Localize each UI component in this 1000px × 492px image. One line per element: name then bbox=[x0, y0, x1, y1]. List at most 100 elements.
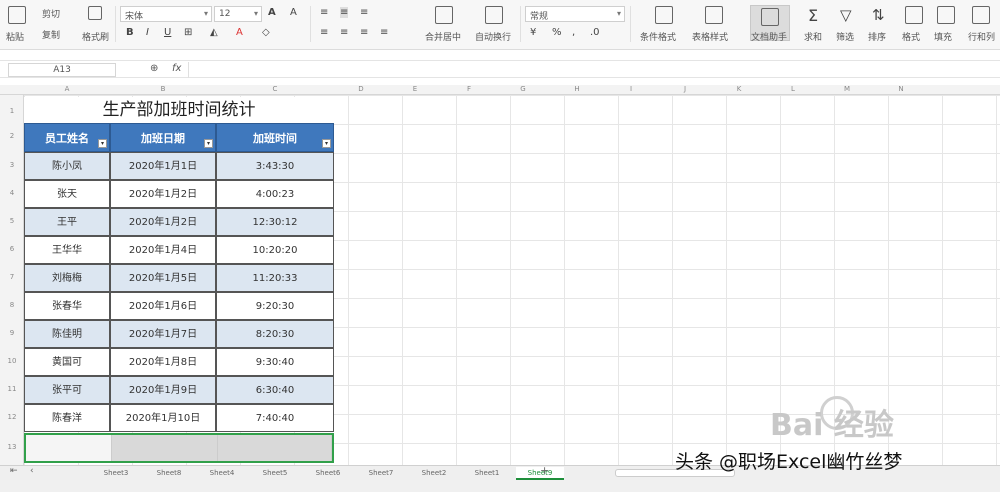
table-cell[interactable]: 2020年1月2日 bbox=[110, 208, 216, 236]
format-icon[interactable] bbox=[905, 6, 923, 24]
paste-icon[interactable] bbox=[8, 6, 26, 24]
table-cell[interactable]: 2020年1月8日 bbox=[110, 348, 216, 376]
format-painter-button[interactable]: 格式刷 bbox=[82, 30, 109, 43]
column-header[interactable]: D bbox=[334, 85, 388, 93]
copy-button[interactable]: 复制 bbox=[42, 28, 60, 41]
font-size-select[interactable]: 12 ▾ bbox=[214, 6, 262, 22]
align-right-icon[interactable]: ≡ bbox=[360, 27, 368, 38]
row-header[interactable]: 13 bbox=[0, 443, 24, 451]
doc-helper-button[interactable]: 文档助手 bbox=[751, 30, 787, 43]
paste-button[interactable]: 粘贴 bbox=[6, 30, 24, 43]
sort-icon[interactable]: ⇅ bbox=[872, 6, 885, 24]
column-header[interactable]: E bbox=[388, 85, 442, 93]
table-cell[interactable]: 2020年1月10日 bbox=[110, 404, 216, 432]
header-overtime-date[interactable]: 加班日期 ▾ bbox=[110, 123, 216, 152]
wrap-text-icon[interactable] bbox=[485, 6, 503, 24]
increase-decimal-icon[interactable]: .0 bbox=[590, 27, 600, 38]
table-cell[interactable]: 9:30:40 bbox=[216, 348, 334, 376]
font-color-icon[interactable]: A bbox=[236, 27, 243, 38]
row-header[interactable]: 9 bbox=[0, 329, 24, 337]
table-cell[interactable] bbox=[218, 435, 332, 461]
sheet-tab[interactable]: Sheet7 bbox=[357, 467, 405, 480]
column-header[interactable]: G bbox=[496, 85, 550, 93]
row-header[interactable]: 5 bbox=[0, 217, 24, 225]
table-cell[interactable]: 2020年1月9日 bbox=[110, 376, 216, 404]
table-cell[interactable]: 2020年1月2日 bbox=[110, 180, 216, 208]
currency-icon[interactable]: ¥ bbox=[530, 27, 536, 38]
column-header[interactable]: F bbox=[442, 85, 496, 93]
zoom-icon[interactable]: ⊕ bbox=[150, 63, 158, 74]
table-cell[interactable]: 黄国可 bbox=[24, 348, 110, 376]
sort-button[interactable]: 排序 bbox=[868, 30, 886, 43]
table-style-button[interactable]: 表格样式 bbox=[692, 30, 728, 43]
table-cell[interactable]: 陈小凤 bbox=[24, 152, 110, 180]
header-overtime-hours[interactable]: 加班时间 ▾ bbox=[216, 123, 334, 152]
filter-dropdown-icon[interactable]: ▾ bbox=[98, 139, 107, 148]
column-header[interactable]: J bbox=[658, 85, 712, 93]
formula-input[interactable] bbox=[188, 62, 993, 78]
sheet-tab[interactable]: Sheet4 bbox=[198, 467, 246, 480]
table-cell[interactable]: 刘梅梅 bbox=[24, 264, 110, 292]
filter-dropdown-icon[interactable]: ▾ bbox=[322, 139, 331, 148]
merge-center-icon[interactable] bbox=[435, 6, 453, 24]
table-cell[interactable]: 张天 bbox=[24, 180, 110, 208]
table-style-icon[interactable] bbox=[705, 6, 723, 24]
sum-icon[interactable]: Σ bbox=[808, 6, 818, 25]
row-col-button[interactable]: 行和列 bbox=[968, 30, 995, 43]
row-header[interactable]: 8 bbox=[0, 301, 24, 309]
table-cell[interactable]: 3:43:30 bbox=[216, 152, 334, 180]
border-icon[interactable]: ⊞ bbox=[184, 27, 192, 38]
italic-icon[interactable]: I bbox=[146, 27, 149, 38]
column-header[interactable]: L bbox=[766, 85, 820, 93]
row-header[interactable]: 12 bbox=[0, 413, 24, 421]
prev-sheet-icon[interactable]: ‹ bbox=[30, 466, 34, 476]
column-header[interactable]: K bbox=[712, 85, 766, 93]
column-header[interactable]: I bbox=[604, 85, 658, 93]
table-cell[interactable]: 12:30:12 bbox=[216, 208, 334, 236]
sheet-tab[interactable]: Sheet5 bbox=[251, 467, 299, 480]
sheet-tab[interactable]: Sheet8 bbox=[145, 467, 193, 480]
table-cell[interactable]: 2020年1月4日 bbox=[110, 236, 216, 264]
sheet-tab[interactable]: Sheet2 bbox=[410, 467, 458, 480]
clear-format-icon[interactable]: ◇ bbox=[262, 27, 270, 38]
column-header[interactable]: A bbox=[24, 85, 110, 93]
underline-icon[interactable]: U bbox=[164, 27, 171, 38]
row-header[interactable]: 1 bbox=[0, 107, 24, 115]
cut-button[interactable]: 剪切 bbox=[42, 7, 60, 20]
bold-icon[interactable]: B bbox=[126, 27, 134, 38]
table-cell[interactable]: 7:40:40 bbox=[216, 404, 334, 432]
row-header[interactable]: 2 bbox=[0, 132, 24, 140]
fill-button[interactable]: 填充 bbox=[934, 30, 952, 43]
table-cell[interactable]: 2020年1月1日 bbox=[110, 152, 216, 180]
column-header[interactable]: M bbox=[820, 85, 874, 93]
font-name-select[interactable]: 宋体 ▾ bbox=[120, 6, 212, 22]
table-cell[interactable]: 陈春洋 bbox=[24, 404, 110, 432]
percent-icon[interactable]: % bbox=[552, 27, 562, 38]
conditional-format-button[interactable]: 条件格式 bbox=[640, 30, 676, 43]
row-header[interactable]: 7 bbox=[0, 273, 24, 281]
table-title[interactable]: 生产部加班时间统计 bbox=[24, 97, 334, 123]
sheet-tab[interactable]: Sheet6 bbox=[304, 467, 352, 480]
table-cell[interactable]: 王华华 bbox=[24, 236, 110, 264]
table-cell[interactable]: 6:30:40 bbox=[216, 376, 334, 404]
row-header[interactable]: 3 bbox=[0, 161, 24, 169]
align-left-icon[interactable]: ≡ bbox=[320, 27, 328, 38]
column-header[interactable]: B bbox=[110, 85, 216, 93]
sheet-tab[interactable]: Sheet1 bbox=[463, 467, 511, 480]
row-col-icon[interactable] bbox=[972, 6, 990, 24]
thousands-icon[interactable]: , bbox=[572, 27, 575, 38]
table-cell[interactable]: 陈佳明 bbox=[24, 320, 110, 348]
number-format-select[interactable]: 常规 ▾ bbox=[525, 6, 625, 22]
format-painter-icon[interactable] bbox=[88, 6, 102, 20]
filter-icon[interactable]: ▽ bbox=[840, 6, 852, 24]
table-cell[interactable]: 11:20:33 bbox=[216, 264, 334, 292]
column-header[interactable]: N bbox=[874, 85, 928, 93]
align-top-icon[interactable]: ≡ bbox=[320, 7, 328, 18]
align-center-icon[interactable]: ≡ bbox=[340, 27, 348, 38]
table-cell[interactable]: 2020年1月7日 bbox=[110, 320, 216, 348]
fill-icon[interactable] bbox=[937, 6, 955, 24]
table-cell[interactable] bbox=[26, 435, 112, 461]
align-middle-icon[interactable]: ≡ bbox=[340, 7, 349, 18]
table-cell[interactable]: 2020年1月6日 bbox=[110, 292, 216, 320]
merge-center-button[interactable]: 合并居中 bbox=[425, 30, 461, 43]
